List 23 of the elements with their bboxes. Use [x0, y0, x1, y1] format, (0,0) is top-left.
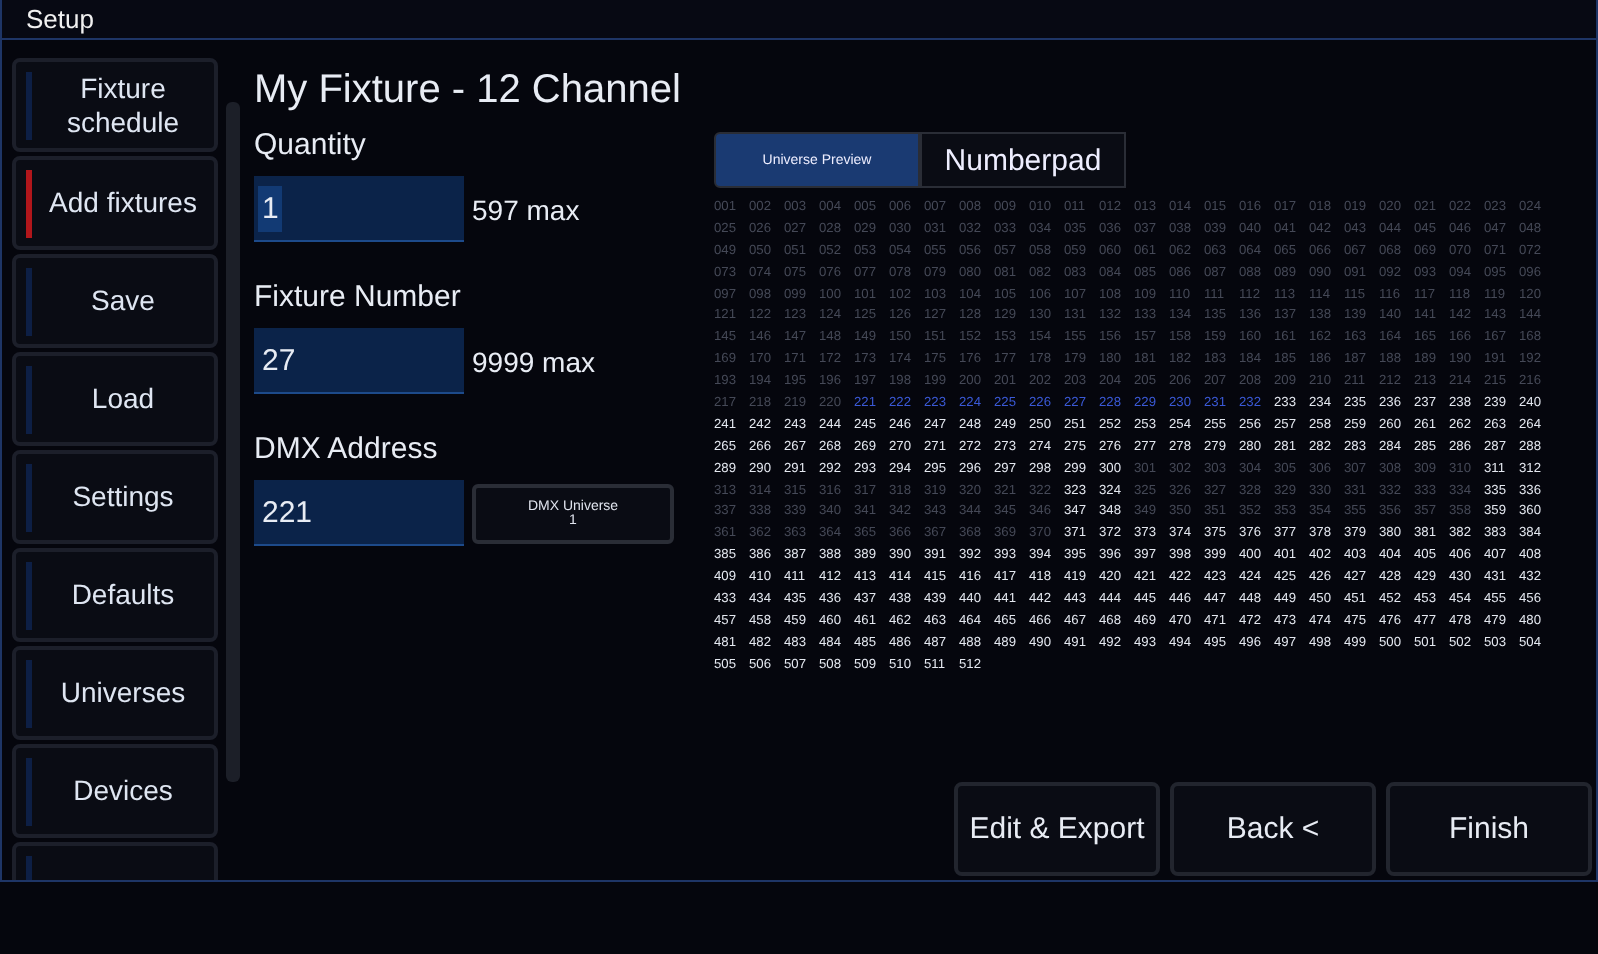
sidebar-item[interactable]: Universes [12, 646, 218, 740]
sidebar-item[interactable]: Fixture schedule [12, 58, 218, 152]
window-title: Setup [26, 4, 94, 34]
action-button[interactable]: Back < [1170, 782, 1376, 876]
page-heading: My Fixture - 12 Channel [254, 66, 683, 116]
sidebar-item[interactable]: Devices [12, 744, 218, 838]
scrollbar[interactable] [226, 102, 240, 782]
sidebar-item[interactable]: Add fixtures [12, 156, 218, 250]
action-button[interactable]: Finish [1386, 782, 1592, 876]
action-button[interactable]: Edit & Export [954, 782, 1160, 876]
sidebar-item[interactable]: Defaults [12, 548, 218, 642]
max-hint: 9999 max [472, 345, 595, 377]
tab[interactable]: Numberpad [920, 132, 1126, 188]
field-label: Quantity [254, 126, 368, 166]
input-field[interactable]: 27 [254, 328, 464, 394]
sidebar-item[interactable]: Settings [12, 450, 218, 544]
sidebar-item[interactable]: Load [12, 352, 218, 446]
field-label: DMX Address [254, 430, 440, 470]
input-field[interactable]: 221 [254, 480, 464, 546]
sidebar-item[interactable]: Save [12, 254, 218, 348]
input-field[interactable]: 1 [254, 176, 464, 242]
max-hint: 597 max [472, 193, 580, 225]
field-label: Fixture Number [254, 278, 463, 318]
